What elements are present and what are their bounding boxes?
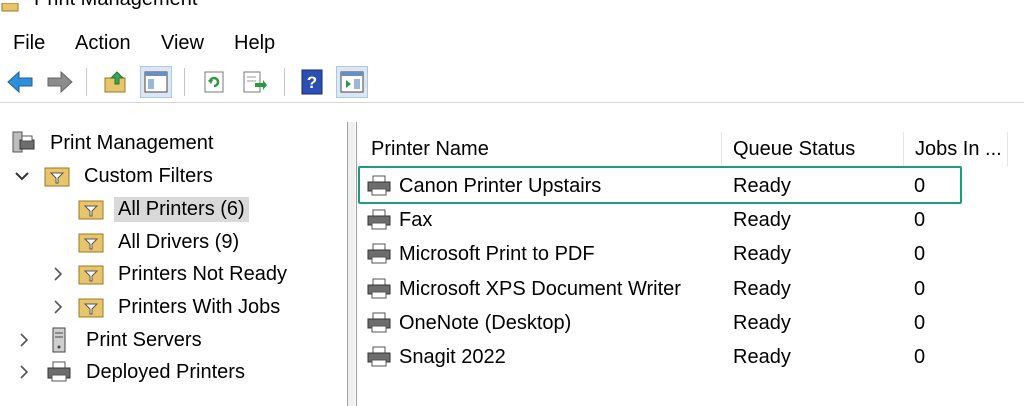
- toolbar-separator: [86, 68, 87, 96]
- printer-name: OneNote (Desktop): [399, 312, 572, 334]
- table-row[interactable]: Microsoft Print to PDF Ready 0: [357, 237, 1024, 271]
- menu-bar: File Action View Help: [0, 28, 1024, 58]
- filter-folder-icon: [78, 294, 104, 320]
- forward-icon[interactable]: [44, 66, 76, 98]
- tree-item-print-servers[interactable]: Print Servers: [16, 325, 206, 355]
- tree-item-all-printers[interactable]: All Printers (6): [78, 194, 249, 224]
- server-icon: [46, 327, 72, 353]
- printer-name: Snagit 2022: [399, 346, 506, 368]
- printer-icon: [46, 359, 72, 385]
- table-row[interactable]: Fax Ready 0: [357, 203, 1024, 237]
- chevron-down-icon[interactable]: [14, 168, 30, 184]
- tree-item-label: Deployed Printers: [86, 360, 245, 383]
- column-header-queue-status[interactable]: Queue Status: [725, 132, 903, 166]
- tree-item-print-management[interactable]: Print Management: [10, 128, 217, 158]
- jobs-count: 0: [914, 312, 926, 334]
- column-header-printer-name[interactable]: Printer Name: [363, 132, 721, 166]
- column-separator[interactable]: [1007, 132, 1008, 166]
- tree-item-custom-filters[interactable]: Custom Filters: [14, 161, 217, 191]
- tree-item-label: All Printers (6): [114, 196, 249, 222]
- menu-view[interactable]: View: [161, 28, 204, 58]
- jobs-count: 0: [914, 243, 926, 265]
- tree-item-printers-not-ready[interactable]: Printers Not Ready: [50, 259, 291, 289]
- export-list-icon[interactable]: [238, 66, 270, 98]
- column-separator[interactable]: [721, 132, 722, 166]
- row-highlight-box: [358, 166, 962, 204]
- column-separator[interactable]: [903, 132, 904, 166]
- up-folder-icon[interactable]: [100, 66, 132, 98]
- print-management-app-icon: [0, 0, 22, 18]
- menu-action[interactable]: Action: [75, 28, 131, 58]
- queue-status: Ready: [733, 243, 791, 265]
- filter-folder-icon: [78, 196, 104, 222]
- toolbar: ?: [0, 62, 1024, 103]
- chevron-right-icon[interactable]: [16, 332, 32, 348]
- refresh-icon[interactable]: [198, 66, 230, 98]
- queue-status: Ready: [733, 312, 791, 334]
- show-hide-tree-icon[interactable]: [140, 66, 172, 98]
- filter-folder-icon: [78, 229, 104, 255]
- jobs-count: 0: [914, 346, 926, 368]
- tree-item-all-drivers[interactable]: All Drivers (9): [78, 227, 243, 257]
- queue-status: Ready: [733, 346, 791, 368]
- toolbar-separator: [284, 68, 285, 96]
- tree-item-deployed-printers[interactable]: Deployed Printers: [16, 357, 249, 387]
- navigation-tree: Print Management Custom Filters All Prin…: [0, 122, 348, 406]
- print-management-icon: [10, 130, 36, 156]
- printer-icon: [367, 278, 391, 300]
- toolbar-separator: [184, 68, 185, 96]
- window-title: Print Management: [34, 0, 197, 11]
- table-row[interactable]: Microsoft XPS Document Writer Ready 0: [357, 272, 1024, 306]
- chevron-right-icon[interactable]: [50, 299, 66, 315]
- printer-name: Microsoft XPS Document Writer: [399, 278, 681, 300]
- tree-item-label: Printers With Jobs: [118, 295, 281, 318]
- table-row[interactable]: OneNote (Desktop) Ready 0: [357, 306, 1024, 340]
- tree-item-label: All Drivers (9): [118, 230, 240, 253]
- filter-folder-icon: [44, 163, 70, 189]
- printer-name: Microsoft Print to PDF: [399, 243, 595, 265]
- printer-list: Printer Name Queue Status Jobs In ... Ca…: [356, 122, 1024, 406]
- queue-status: Ready: [733, 209, 791, 231]
- back-icon[interactable]: [4, 66, 36, 98]
- chevron-right-icon[interactable]: [50, 266, 66, 282]
- svg-text:?: ?: [307, 73, 317, 92]
- menu-help[interactable]: Help: [234, 28, 275, 58]
- tree-item-label: Print Management: [50, 131, 214, 154]
- printer-name: Fax: [399, 209, 433, 231]
- table-row[interactable]: Snagit 2022 Ready 0: [357, 340, 1024, 374]
- chevron-right-icon[interactable]: [16, 364, 32, 380]
- show-hide-action-pane-icon[interactable]: [336, 66, 368, 98]
- column-header-jobs-in-queue[interactable]: Jobs In ...: [907, 132, 1007, 166]
- printer-icon: [367, 209, 391, 231]
- tree-item-label: Print Servers: [86, 328, 202, 351]
- printer-icon: [367, 243, 391, 265]
- printer-icon: [367, 346, 391, 368]
- help-icon[interactable]: ?: [296, 66, 328, 98]
- tree-item-printers-with-jobs[interactable]: Printers With Jobs: [50, 292, 284, 322]
- jobs-count: 0: [914, 209, 926, 231]
- printer-icon: [367, 312, 391, 334]
- jobs-count: 0: [914, 278, 926, 300]
- filter-folder-icon: [78, 261, 104, 287]
- queue-status: Ready: [733, 278, 791, 300]
- title-bar: Print Management: [0, 0, 1024, 20]
- menu-file[interactable]: File: [13, 28, 45, 58]
- pane-splitter[interactable]: [348, 122, 355, 406]
- tree-item-label: Printers Not Ready: [118, 262, 287, 285]
- tree-item-label: Custom Filters: [84, 164, 213, 187]
